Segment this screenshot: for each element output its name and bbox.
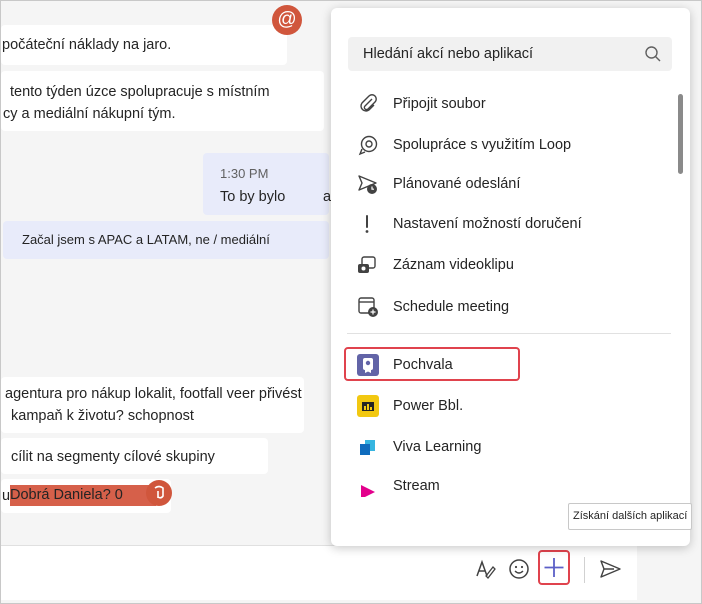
message-text: To by bylo xyxy=(220,189,286,205)
chat-message: cílit na segmenty cílové skupiny xyxy=(1,438,268,474)
my-message: Začal jsem s APAC a LATAM, ne / mediální xyxy=(3,221,329,259)
reaction-icon[interactable] xyxy=(146,480,172,506)
mention-badge[interactable]: @ xyxy=(272,5,302,35)
format-icon[interactable] xyxy=(469,553,501,585)
scrollbar-thumb[interactable] xyxy=(678,94,683,174)
search-box[interactable]: Hledání akcí nebo aplikací xyxy=(348,37,672,71)
message-text: cy a mediální nákupní tým. xyxy=(3,106,176,122)
action-label: Schedule meeting xyxy=(393,299,510,315)
selection-highlight xyxy=(344,347,520,381)
actions-apps-flyout: Hledání akcí nebo aplikací Připojit soub… xyxy=(331,8,690,546)
paperclip-icon xyxy=(360,94,377,112)
message-text: cílit na segmenty cílové skupiny xyxy=(11,449,215,465)
action-delivery-options[interactable]: Nastavení možností doručení xyxy=(331,206,671,242)
message-text: Začal jsem s APAC a LATAM, ne / mediální xyxy=(22,232,270,247)
app-power-bi[interactable]: Power Bbl. xyxy=(331,388,671,424)
chat-message: tento týden úzce spolupracuje s místním … xyxy=(1,71,324,131)
plus-icon xyxy=(544,558,564,577)
send-icon[interactable] xyxy=(594,553,626,585)
action-label: Nastavení možností doručení xyxy=(393,216,582,232)
app-label: Viva Learning xyxy=(393,439,482,455)
exclamation-icon xyxy=(365,215,369,233)
action-label: Připojit soubor xyxy=(393,96,486,112)
get-more-apps-button[interactable]: Získání dalších aplikací xyxy=(568,503,693,530)
actions-and-apps-button[interactable] xyxy=(538,550,570,585)
action-label: Plánované odeslání xyxy=(393,176,521,192)
message-text: počáteční náklady na jaro. xyxy=(2,37,172,53)
action-loop[interactable]: Spolupráce s využitím Loop xyxy=(331,127,671,163)
video-clip-icon xyxy=(358,256,376,273)
section-divider xyxy=(347,333,671,334)
scheduled-send-icon xyxy=(358,175,377,194)
search-icon xyxy=(645,46,661,62)
calendar-add-icon xyxy=(358,297,378,317)
app-viva-learning[interactable]: Viva Learning xyxy=(331,429,671,465)
viva-learning-icon xyxy=(357,436,379,458)
search-placeholder: Hledání akcí nebo aplikací xyxy=(363,46,534,62)
loop-icon xyxy=(358,135,378,156)
action-attach-file[interactable]: Připojit soubor xyxy=(331,86,671,122)
toolbar-divider xyxy=(584,557,585,583)
action-schedule-meeting[interactable]: Schedule meeting xyxy=(331,289,671,325)
chat-message: agentura pro nákup lokalit, footfall vee… xyxy=(1,377,304,433)
app-stream[interactable]: Stream xyxy=(331,468,671,504)
action-scheduled-send[interactable]: Plánované odeslání xyxy=(331,166,671,202)
message-time: 1:30 PM xyxy=(220,166,269,181)
action-label: Spolupráce s využitím Loop xyxy=(393,137,572,153)
message-text-fragment: u xyxy=(2,488,11,504)
highlighted-text: Dobrá Daniela? 0 xyxy=(10,485,156,506)
chat-message: počáteční náklady na jaro. xyxy=(1,25,287,65)
message-text: kampaň k životu? schopnost xyxy=(11,408,194,424)
action-video-clip[interactable]: Záznam videoklipu xyxy=(331,247,671,283)
app-label: Power Bbl. xyxy=(393,398,464,414)
my-message: 1:30 PM To by bylo a xyxy=(203,153,332,215)
chat-window: počáteční náklady na jaro. @ tento týden… xyxy=(0,0,702,604)
emoji-icon[interactable] xyxy=(503,553,535,585)
app-label: Stream xyxy=(393,478,440,494)
stream-icon xyxy=(357,475,379,499)
action-label: Záznam videoklipu xyxy=(393,257,514,273)
message-text-fragment: a xyxy=(323,189,332,205)
message-text: tento týden úzce spolupracuje s místním xyxy=(10,84,270,100)
message-text: agentura pro nákup lokalit, footfall vee… xyxy=(5,386,302,402)
power-bi-icon xyxy=(357,395,379,417)
